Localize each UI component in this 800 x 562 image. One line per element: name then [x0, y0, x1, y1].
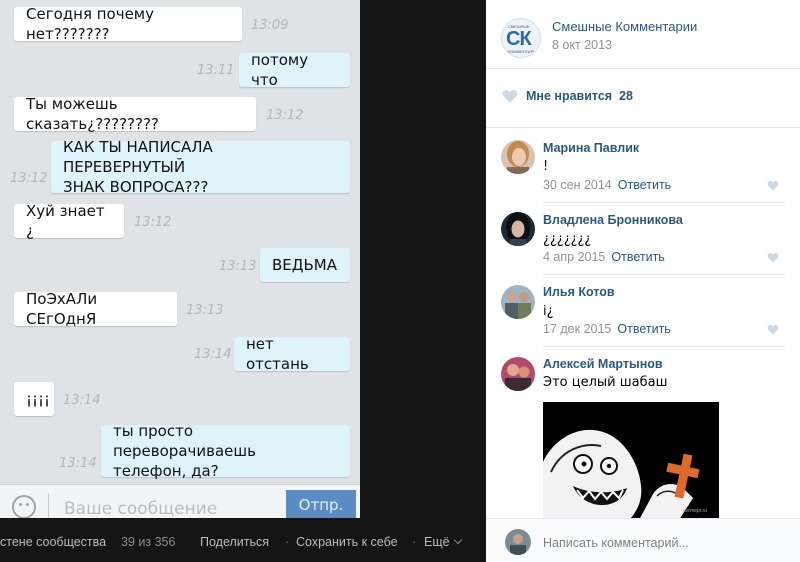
- comment-input[interactable]: Написать комментарий...: [543, 536, 689, 550]
- post-photo[interactable]: Сегодня почему нет??????? 13:09 потому ч…: [0, 0, 360, 518]
- message-outgoing: потому что: [239, 51, 350, 89]
- message-time: 13:14: [59, 456, 97, 471]
- photo-counter: 39 из 356: [121, 535, 176, 549]
- separator-dot: ·: [412, 535, 417, 549]
- like-count: 28: [619, 89, 633, 103]
- save-link[interactable]: Сохранить к себе: [296, 535, 398, 549]
- message-text-line: КАК ТЫ НАПИСАЛА ПЕРЕВЕРНУТЫЙ: [63, 138, 213, 176]
- message-text: ¡¡¡¡: [26, 390, 51, 408]
- logo-text: СК: [506, 28, 532, 50]
- post-panel: СМЕШНЫЕ СК КОММЕНТАРИИ Смешные Комментар…: [486, 0, 800, 562]
- message-text: потому что: [251, 51, 309, 89]
- message-input-placeholder: Ваше сообщение: [64, 499, 218, 518]
- message-outgoing: нет отстань: [234, 335, 350, 373]
- avatar[interactable]: [501, 285, 535, 319]
- message-text-line: ты просто переворачиваешь: [113, 422, 256, 460]
- meme-watermark: memepr.ru: [683, 508, 707, 514]
- avatar-image: [501, 285, 535, 319]
- comment-meta: 30 сен 2014 Ответить: [543, 178, 671, 192]
- group-avatar[interactable]: СМЕШНЫЕ СК КОММЕНТАРИИ: [501, 18, 541, 58]
- comment-author[interactable]: Илья Котов: [543, 285, 615, 299]
- message-outgoing: ты просто переворачиваешь телефон, да?: [101, 422, 350, 480]
- message-text-line: ЗНАК ВОПРОСА???: [63, 178, 209, 196]
- message-text: Сегодня почему нет???????: [26, 5, 154, 43]
- avatar[interactable]: [505, 529, 531, 555]
- heart-icon: [502, 90, 518, 103]
- message-time: 13:12: [266, 108, 304, 123]
- composer-divider: [48, 493, 49, 518]
- message-time: 13:13: [186, 303, 224, 318]
- comment-text: Это целый шабаш: [543, 375, 668, 390]
- message-incoming: ¡¡¡¡: [14, 382, 54, 416]
- comment-text: i¿: [543, 304, 554, 319]
- avatar[interactable]: [501, 357, 535, 391]
- wall-link[interactable]: стене сообщества: [0, 535, 106, 549]
- message-incoming: Ты можешь сказать¿????????: [14, 95, 256, 133]
- avatar-image: [501, 212, 535, 246]
- message-text: Хуй знает ¿: [26, 202, 105, 240]
- avatar[interactable]: [501, 212, 535, 246]
- more-menu[interactable]: Ещё: [424, 535, 462, 549]
- message-time: 13:13: [219, 259, 257, 274]
- comment-text: !: [543, 159, 549, 174]
- message-incoming: ПоЭхАЛи СЕгОднЯ: [14, 290, 177, 328]
- comment-meta: 4 апр 2015 Ответить: [543, 250, 665, 264]
- message-time: 13:14: [194, 347, 232, 362]
- comment-image[interactable]: memepr.ru: [543, 402, 719, 520]
- comment-composer: Написать комментарий...: [486, 518, 800, 562]
- comment-meta: 17 дек 2015 Ответить: [543, 322, 671, 336]
- reply-link[interactable]: Ответить: [618, 178, 671, 192]
- message-composer: Ваше сообщение Отпр.: [0, 484, 360, 518]
- comment-text: ¿¿¿¿¿¿¿: [543, 232, 592, 247]
- message-outgoing: КАК ТЫ НАПИСАЛА ПЕРЕВЕРНУТЫЙ ЗНАК ВОПРОС…: [51, 138, 350, 196]
- comment-author[interactable]: Владлена Бронникова: [543, 213, 683, 227]
- avatar-image: [505, 529, 531, 555]
- separator-dot: ·: [285, 535, 290, 549]
- photo-toolbar: стене сообщества 39 из 356 Поделиться · …: [0, 518, 486, 562]
- heart-icon[interactable]: [767, 252, 779, 263]
- message-time: 13:11: [197, 63, 235, 78]
- comment-date[interactable]: 17 дек 2015: [543, 322, 611, 336]
- meme-drawing: [543, 402, 719, 520]
- comment-date[interactable]: 30 сен 2014: [543, 178, 612, 192]
- message-text: Ты можешь сказать¿????????: [26, 95, 159, 133]
- message-time: 13:12: [10, 171, 48, 186]
- logo-bottom-text: КОММЕНТАРИИ: [508, 49, 540, 54]
- group-name-link[interactable]: Смешные Комментарии: [552, 19, 697, 34]
- message-incoming: Сегодня почему нет???????: [14, 5, 242, 43]
- send-button: Отпр.: [286, 490, 356, 518]
- more-label: Ещё: [424, 535, 450, 549]
- share-link[interactable]: Поделиться: [200, 535, 269, 549]
- comment-author[interactable]: Алексей Мартынов: [543, 357, 663, 371]
- like-label: Мне нравится: [526, 89, 613, 103]
- heart-icon[interactable]: [767, 324, 779, 335]
- heart-icon[interactable]: [767, 180, 779, 191]
- post-date[interactable]: 8 окт 2013: [552, 38, 612, 52]
- message-text: нет отстань: [246, 335, 309, 373]
- comment-author[interactable]: Марина Павлик: [543, 141, 639, 155]
- divider: [486, 68, 800, 69]
- message-time: 13:14: [63, 393, 101, 408]
- message-outgoing: ВЕДЬМА: [260, 248, 350, 282]
- message-text: ПоЭхАЛи СЕгОднЯ: [26, 290, 98, 328]
- like-button[interactable]: Мне нравится 28: [502, 88, 642, 106]
- avatar-image: [501, 140, 535, 174]
- reply-link[interactable]: Ответить: [617, 322, 670, 336]
- message-time: 13:09: [251, 18, 289, 33]
- avatar[interactable]: [501, 140, 535, 174]
- message-time: 13:12: [134, 215, 172, 230]
- chevron-down-icon: [453, 535, 462, 545]
- message-text: ВЕДЬМА: [272, 256, 337, 274]
- avatar-image: [501, 357, 535, 391]
- comment-divider: [543, 346, 785, 347]
- divider: [486, 127, 800, 128]
- comment-divider: [543, 274, 785, 275]
- smiley-icon: [12, 495, 36, 518]
- message-incoming: Хуй знает ¿: [14, 202, 124, 240]
- comment-date[interactable]: 4 апр 2015: [543, 250, 605, 264]
- comment-divider: [543, 202, 785, 203]
- message-text-line: телефон, да?: [113, 462, 219, 480]
- reply-link[interactable]: Ответить: [611, 250, 664, 264]
